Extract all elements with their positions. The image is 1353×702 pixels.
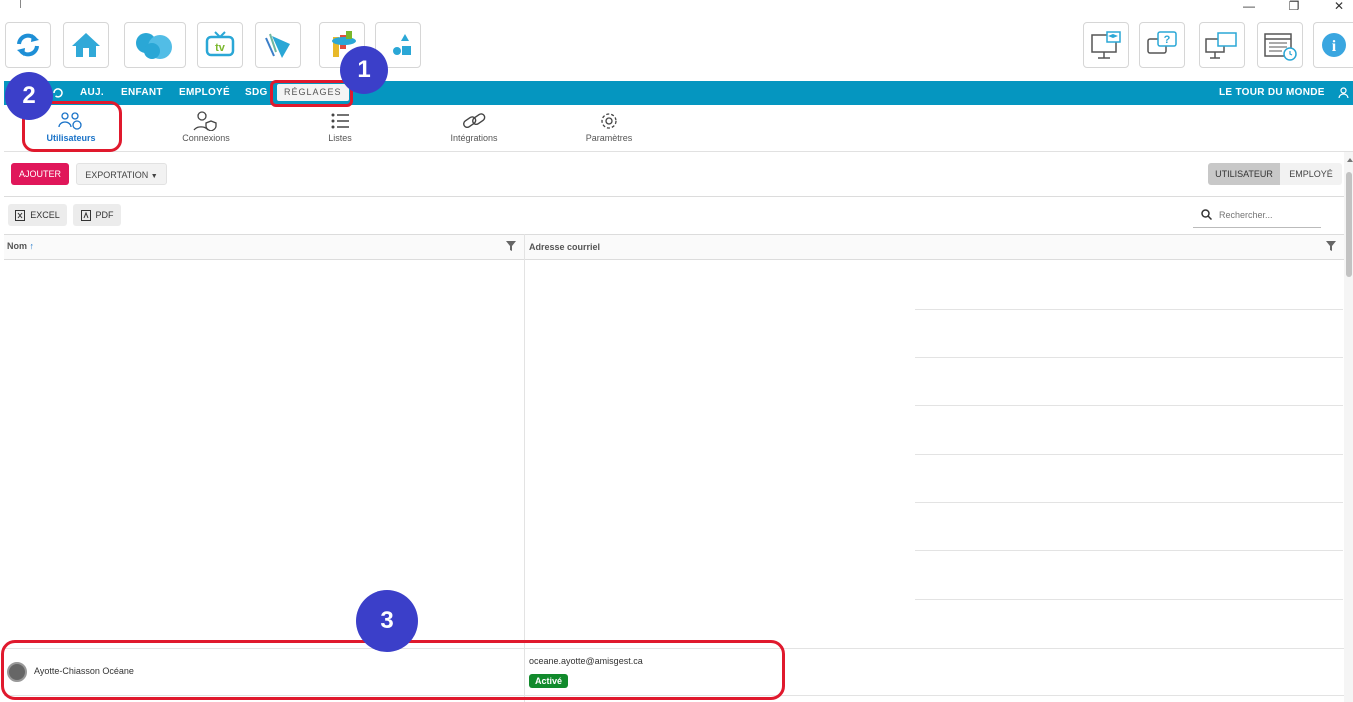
caret-down-icon: ▼ [150, 173, 158, 180]
user-shield-icon [193, 111, 217, 131]
excel-file-icon [15, 209, 26, 221]
shapes-icon [393, 34, 411, 55]
column-header-email[interactable]: Adresse courriel [529, 242, 600, 252]
training-icon [1091, 31, 1121, 59]
search-icon [1201, 209, 1212, 220]
titlebar-mark [20, 0, 21, 8]
home-icon [72, 33, 100, 57]
svg-text:i: i [1331, 38, 1336, 55]
sync-screens-icon [1205, 32, 1237, 59]
tab-parametres-label: Paramètres [585, 133, 633, 143]
organization-name: LE TOUR DU MONDE [1219, 87, 1325, 98]
user-account-icon[interactable] [1338, 87, 1349, 99]
callout-3: 3 [356, 590, 418, 652]
row-line [915, 405, 1343, 406]
tab-parametres[interactable]: Paramètres [578, 111, 640, 151]
help-chat-button[interactable]: ? [1139, 22, 1185, 68]
tab-listes[interactable]: Listes [316, 111, 364, 151]
leaf-icon [265, 33, 290, 58]
row-line [915, 454, 1343, 455]
search-field[interactable] [1193, 203, 1321, 228]
row-line [915, 599, 1343, 600]
home-button[interactable] [63, 22, 109, 68]
export-dropdown[interactable]: EXPORTATION ▼ [76, 163, 167, 185]
excel-export-button[interactable]: EXCEL [8, 204, 67, 226]
svg-text:tv: tv [215, 42, 226, 54]
cloud-button[interactable] [124, 22, 186, 68]
nav-refresh-icon[interactable] [52, 87, 64, 99]
list-icon [331, 113, 349, 129]
excel-label: EXCEL [30, 210, 60, 220]
search-input[interactable] [1219, 207, 1317, 223]
column-divider [524, 234, 525, 702]
subtab-divider [4, 151, 1353, 152]
info-icon: i [1321, 33, 1346, 57]
leaf-button[interactable] [255, 22, 301, 68]
grid-top-border [4, 196, 1344, 197]
sort-ascending-icon: ↑ [29, 241, 35, 251]
nav-item-enfant[interactable]: ENFANT [121, 81, 163, 105]
close-button[interactable]: ✕ [1322, 0, 1353, 14]
add-button[interactable]: AJOUTER [11, 163, 69, 185]
callout-2: 2 [5, 72, 53, 120]
toggle-employe[interactable]: EMPLOYÉ [1280, 163, 1342, 185]
svg-text:?: ? [1164, 34, 1171, 46]
tab-connexions-label: Connexions [182, 133, 230, 143]
highlight-reglages [270, 80, 353, 107]
pdf-export-button[interactable]: PDF [73, 204, 121, 226]
pdf-file-icon [80, 209, 91, 221]
tv-button[interactable]: tv [197, 22, 243, 68]
nav-item-employe[interactable]: EMPLOYÉ [179, 81, 230, 105]
info-button[interactable]: i [1313, 22, 1353, 68]
refresh-button[interactable] [5, 22, 51, 68]
tab-connexions[interactable]: Connexions [176, 111, 236, 151]
row-line [915, 550, 1343, 551]
callout-1: 1 [340, 46, 388, 94]
table-header [4, 234, 1344, 260]
tab-integrations-label: Intégrations [450, 133, 498, 143]
scrollbar-thumb[interactable] [1346, 172, 1352, 277]
export-label: EXPORTATION [85, 170, 149, 180]
nav-item-sdg[interactable]: SDG [245, 81, 268, 105]
minimize-button[interactable]: — [1232, 0, 1266, 14]
row-line [915, 502, 1343, 503]
calendar-button[interactable] [1257, 22, 1303, 68]
toggle-utilisateur[interactable]: UTILISATEUR [1208, 163, 1280, 185]
filter-nom-icon[interactable] [506, 241, 516, 251]
restore-button[interactable]: ❐ [1277, 0, 1311, 14]
window-titlebar: — ❐ ✕ [0, 0, 1353, 18]
training-button[interactable] [1083, 22, 1129, 68]
column-nom-label: Nom [7, 241, 27, 251]
tab-integrations[interactable]: Intégrations [440, 111, 508, 151]
sync-screens-button[interactable] [1199, 22, 1245, 68]
column-header-nom[interactable]: Nom ↑ [7, 241, 34, 251]
refresh-icon [17, 33, 39, 57]
tv-icon: tv [205, 31, 235, 57]
row-line [915, 309, 1343, 310]
scroll-up-icon[interactable] [1347, 158, 1353, 162]
help-chat-icon: ? [1147, 31, 1177, 54]
link-icon [463, 113, 486, 129]
gear-icon [601, 113, 617, 129]
tab-listes-label: Listes [328, 133, 352, 143]
filter-email-icon[interactable] [1326, 241, 1336, 251]
cloud-icon [136, 33, 172, 59]
calendar-icon [1264, 33, 1297, 61]
pdf-label: PDF [95, 210, 114, 220]
row-line [915, 357, 1343, 358]
